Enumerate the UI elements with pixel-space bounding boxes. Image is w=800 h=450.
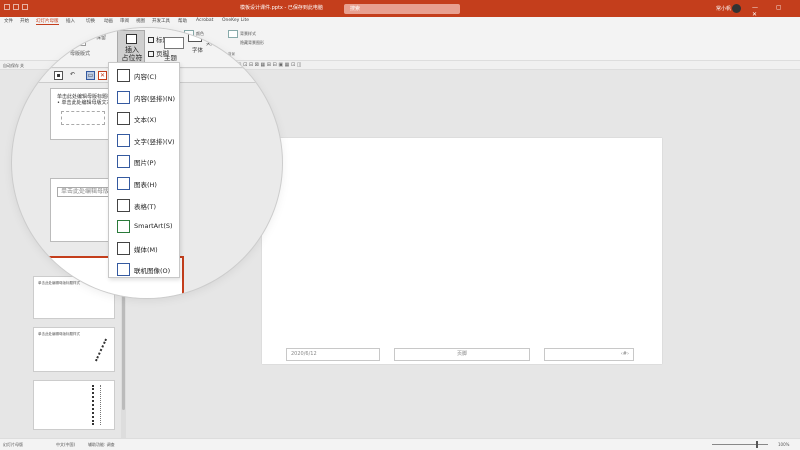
thumbnail-layout-5[interactable]: 单击此处编辑母版标题样式: [33, 327, 115, 372]
insert-placeholder-menu: 内容(C) 内容(竖排)(N) 文本(X) 文字(竖排)(V) 图片(P) 图表(H) 表格…: [108, 62, 180, 278]
menu-item-icon: [117, 263, 130, 277]
zoom-slider-knob[interactable]: [756, 441, 758, 448]
close-master-label[interactable]: 关闭母版视图: [206, 40, 236, 47]
ribbon-tabs: 文件 开始 幻灯片母版 插入 切换 动画 审阅 视图 开发工具 帮助 Acrobat OneKey L…: [0, 17, 800, 27]
menu-item-icon: [117, 112, 130, 126]
undo-icon[interactable]: ↶: [68, 71, 77, 80]
language-indicator[interactable]: 中文(中国): [56, 442, 75, 448]
menu-item-7[interactable]: SmartArt(S): [109, 216, 181, 238]
thumbnail-layout-6[interactable]: [33, 380, 115, 430]
menu-item-label: 图表(H): [134, 181, 157, 189]
menu-item-label: SmartArt(S): [134, 222, 173, 231]
thumbnail-vertical-text: [100, 385, 102, 425]
zoom-slider[interactable]: [712, 444, 768, 445]
menu-item-icon: [117, 177, 130, 190]
master-layout-label[interactable]: 母版版式: [70, 50, 90, 57]
menu-item-6[interactable]: 表格(T): [109, 195, 181, 217]
tab-6[interactable]: 审阅: [120, 18, 129, 24]
menu-item-icon: [117, 69, 130, 82]
menu-item-label: 内容(竖排)(N): [134, 94, 176, 103]
tab-5[interactable]: 动画: [104, 18, 113, 24]
thumbnail-vertical-title: [92, 385, 94, 425]
status-bar: 幻灯片母版 中文(中国) 辅助功能: 调查 100%: [0, 438, 800, 450]
preserve-label[interactable]: 保留: [96, 34, 106, 41]
insert-placeholder-icon: [126, 34, 137, 44]
checkbox-icon: [148, 37, 154, 43]
tab-9[interactable]: 帮助: [178, 18, 187, 24]
save-icon[interactable]: [4, 4, 10, 10]
tab-8[interactable]: 开发工具: [152, 18, 170, 24]
colors-icon[interactable]: [188, 32, 202, 42]
theme-label[interactable]: 主题: [164, 52, 177, 62]
menu-item-label: 联机图像(O): [134, 267, 171, 276]
thumbnail-vertical-text: [95, 338, 107, 362]
search-input[interactable]: 搜索: [344, 4, 460, 14]
menu-item-icon: [117, 220, 130, 234]
insert-placeholder-label-1: 插入: [125, 46, 139, 54]
close-master-view-icon[interactable]: ✕: [204, 28, 214, 38]
insert-placeholder-button[interactable]: 插入占位符 ▾: [117, 30, 145, 70]
menu-item-label: 内容(C): [134, 73, 157, 81]
thumbnail-content-placeholder: [61, 111, 105, 125]
fonts-label[interactable]: 字体: [192, 46, 203, 54]
menu-item-4[interactable]: 图片(P): [109, 151, 181, 173]
menu-item-label: 文本(X): [134, 116, 157, 125]
menu-item-label: 表格(T): [134, 202, 157, 211]
window-title: 模板设计课件.pptx - 已保存到此电脑: [240, 5, 323, 11]
slide-master-layout[interactable]: 2020/6/12 页脚 ‹#›: [262, 138, 662, 364]
tab-11[interactable]: OneKey Lite: [222, 18, 249, 23]
theme-icon[interactable]: [164, 37, 184, 49]
tab-0[interactable]: 文件: [4, 18, 13, 24]
slide-master-view-icon[interactable]: ▭: [86, 71, 95, 80]
menu-item-0[interactable]: 内容(C): [109, 65, 181, 87]
master-layout-icon[interactable]: [72, 34, 86, 46]
menu-item-2[interactable]: 文本(X): [109, 108, 181, 130]
footer-placeholder[interactable]: 页脚: [394, 348, 530, 361]
menu-item-icon: [117, 90, 130, 104]
tab-10[interactable]: Acrobat: [196, 18, 213, 23]
quick-access-toolbar: [4, 4, 44, 13]
thumbnail-title: 单击此处编辑母版标题样式: [38, 332, 80, 336]
tab-7[interactable]: 视图: [136, 18, 145, 24]
insert-placeholder-label-2: 占位符: [121, 54, 143, 62]
menu-item-label: 文字(竖排)(V): [134, 137, 175, 146]
undo-icon[interactable]: [13, 4, 19, 10]
accessibility-indicator[interactable]: 辅助功能: 调查: [88, 442, 115, 448]
tab-4[interactable]: 切换: [86, 18, 95, 24]
date-placeholder[interactable]: 2020/6/12: [286, 348, 380, 361]
menu-item-label: 媒体(M): [134, 245, 158, 254]
close-icon[interactable]: ✕: [98, 71, 107, 80]
menu-item-9[interactable]: 联机图像(O): [109, 259, 181, 281]
menu-item-1[interactable]: 内容(竖排)(N): [109, 87, 181, 109]
tab-1[interactable]: 开始: [20, 18, 29, 24]
tab-3[interactable]: 插入: [66, 18, 75, 24]
menu-item-8[interactable]: 媒体(M): [109, 238, 181, 260]
view-indicator: 幻灯片母版: [3, 442, 23, 447]
zoom-level[interactable]: 100%: [778, 442, 789, 447]
user-name[interactable]: 常小帆: [716, 5, 731, 12]
menu-item-3[interactable]: 文字(竖排)(V): [109, 130, 181, 152]
menu-item-5[interactable]: 图表(H): [109, 173, 181, 195]
tab-2[interactable]: 幻灯片母版: [36, 18, 59, 25]
redo-icon[interactable]: [22, 4, 28, 10]
save-icon[interactable]: ▪: [54, 71, 63, 80]
title-bar: 模板设计课件.pptx - 已保存到此电脑 搜索 常小帆 — ▢ ✕: [0, 0, 800, 18]
menu-item-icon: [117, 155, 130, 169]
menu-item-icon: [117, 133, 130, 147]
insert-layout-icon[interactable]: [52, 34, 66, 46]
menu-item-icon: [117, 198, 130, 212]
menu-item-icon: [117, 241, 130, 255]
checkbox-icon: [148, 51, 154, 57]
menu-item-label: 图片(P): [134, 159, 156, 168]
avatar[interactable]: [732, 4, 741, 13]
window-controls[interactable]: — ▢ ✕: [752, 4, 800, 18]
page-number-placeholder[interactable]: ‹#›: [544, 348, 634, 361]
